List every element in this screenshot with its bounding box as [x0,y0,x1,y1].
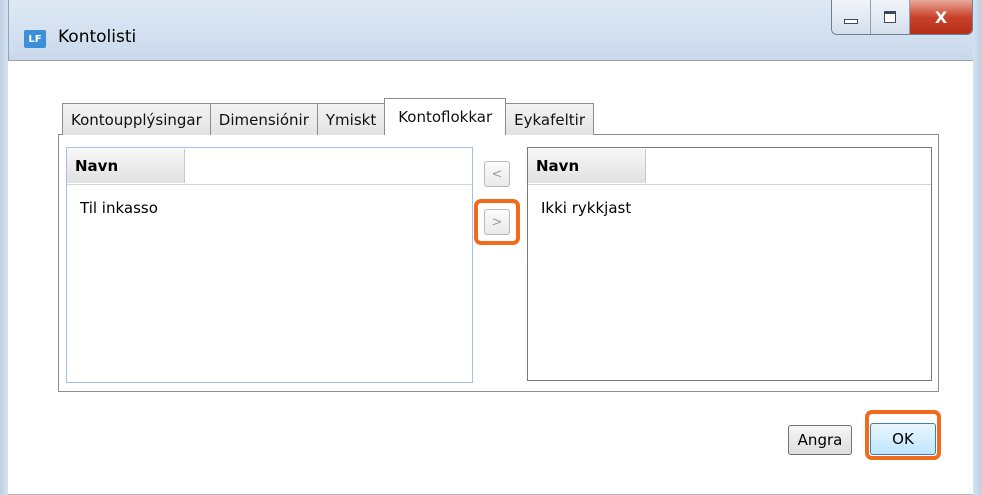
tab-ymiskt[interactable]: Ymiskt [316,103,386,135]
window-controls: X [831,0,973,35]
list-item[interactable]: Ikki rykkjast [528,185,931,217]
column-header-navn[interactable]: Navn [67,149,185,183]
available-groups-list[interactable]: Navn Til inkasso [66,147,473,383]
list-item[interactable]: Til inkasso [67,185,472,217]
tab-strip: Kontoupplýsingar Dimensiónir Ymiskt Kont… [62,98,595,135]
column-header-navn[interactable]: Navn [528,149,646,183]
tab-kontoflokkar[interactable]: Kontoflokkar [384,98,507,135]
window-frame-right [973,0,981,495]
tab-dimensionir[interactable]: Dimensiónir [209,103,318,135]
maximize-icon [884,11,896,23]
minimize-button[interactable] [832,0,871,34]
assigned-groups-list[interactable]: Navn Ikki rykkjast [527,147,932,381]
window-title: Kontolisti [58,27,137,47]
app-logo-icon: LF [24,30,46,48]
close-button[interactable]: X [910,0,972,34]
cancel-button[interactable]: Angra [788,425,852,455]
list-header: Navn [67,148,472,185]
close-icon: X [934,7,948,27]
minimize-icon [844,18,858,24]
highlight-move-right [474,199,520,245]
tab-eykafeltir[interactable]: Eykafeltir [505,103,595,135]
maximize-button[interactable] [871,0,910,34]
list-header: Navn [528,148,931,185]
tab-kontoupplysingar[interactable]: Kontoupplýsingar [62,103,211,135]
highlight-ok [865,410,941,460]
move-left-button[interactable]: < [484,161,510,187]
client-top-border [8,60,973,61]
